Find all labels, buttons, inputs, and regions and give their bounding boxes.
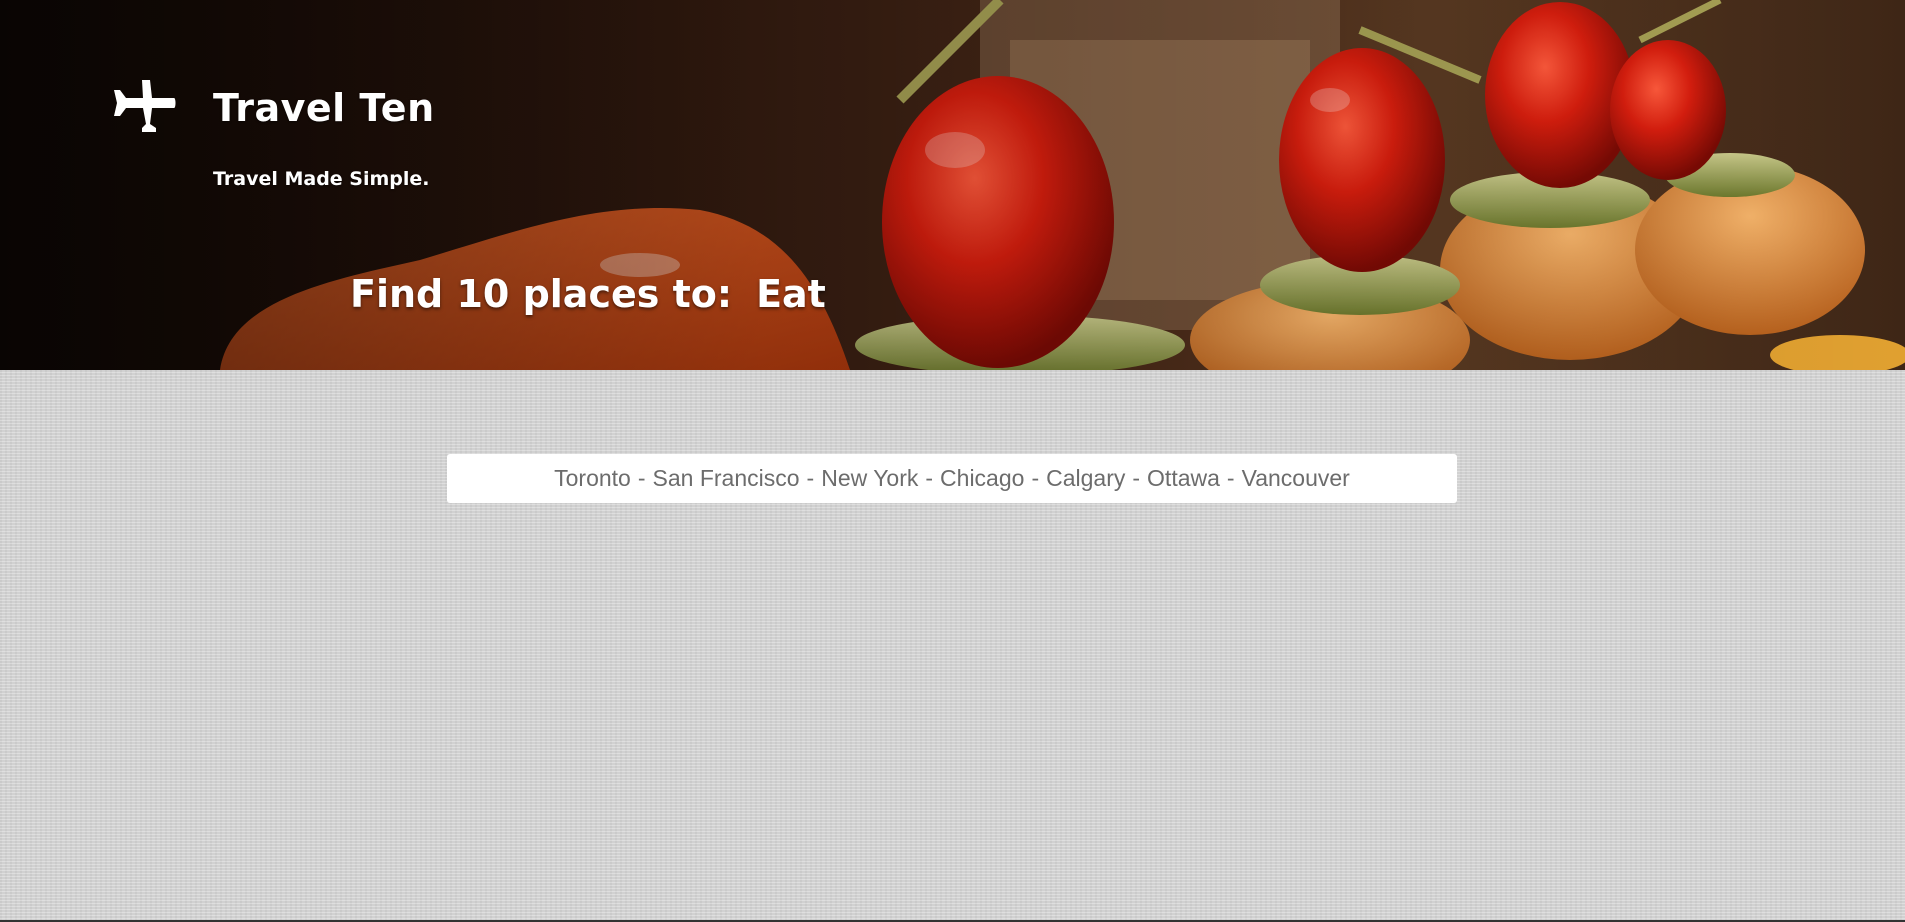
site-tagline: Travel Made Simple. [213,168,430,190]
city-separator: - [806,465,815,491]
city-list: Toronto - San Francisco - New York - Chi… [447,454,1457,503]
headline-prefix: Find 10 places to: [350,272,733,316]
city-separator: - [1132,465,1141,491]
headline-activity: Eat [756,272,826,316]
content-area [0,370,1905,922]
hero-banner: Travel Ten Travel Made Simple. Find 10 p… [0,0,1905,370]
city-link-ottawa[interactable]: Ottawa [1147,465,1220,492]
city-link-vancouver[interactable]: Vancouver [1242,465,1350,492]
airplane-icon[interactable] [112,78,176,134]
city-link-new-york[interactable]: New York [821,465,918,492]
headline: Find 10 places to: Eat [350,272,826,316]
city-link-san-francisco[interactable]: San Francisco [653,465,800,492]
city-link-chicago[interactable]: Chicago [940,465,1024,492]
city-link-calgary[interactable]: Calgary [1046,465,1125,492]
city-separator: - [925,465,934,491]
city-separator: - [1226,465,1235,491]
city-separator: - [637,465,646,491]
city-link-toronto[interactable]: Toronto [554,465,631,492]
city-separator: - [1031,465,1040,491]
site-title[interactable]: Travel Ten [213,86,435,130]
